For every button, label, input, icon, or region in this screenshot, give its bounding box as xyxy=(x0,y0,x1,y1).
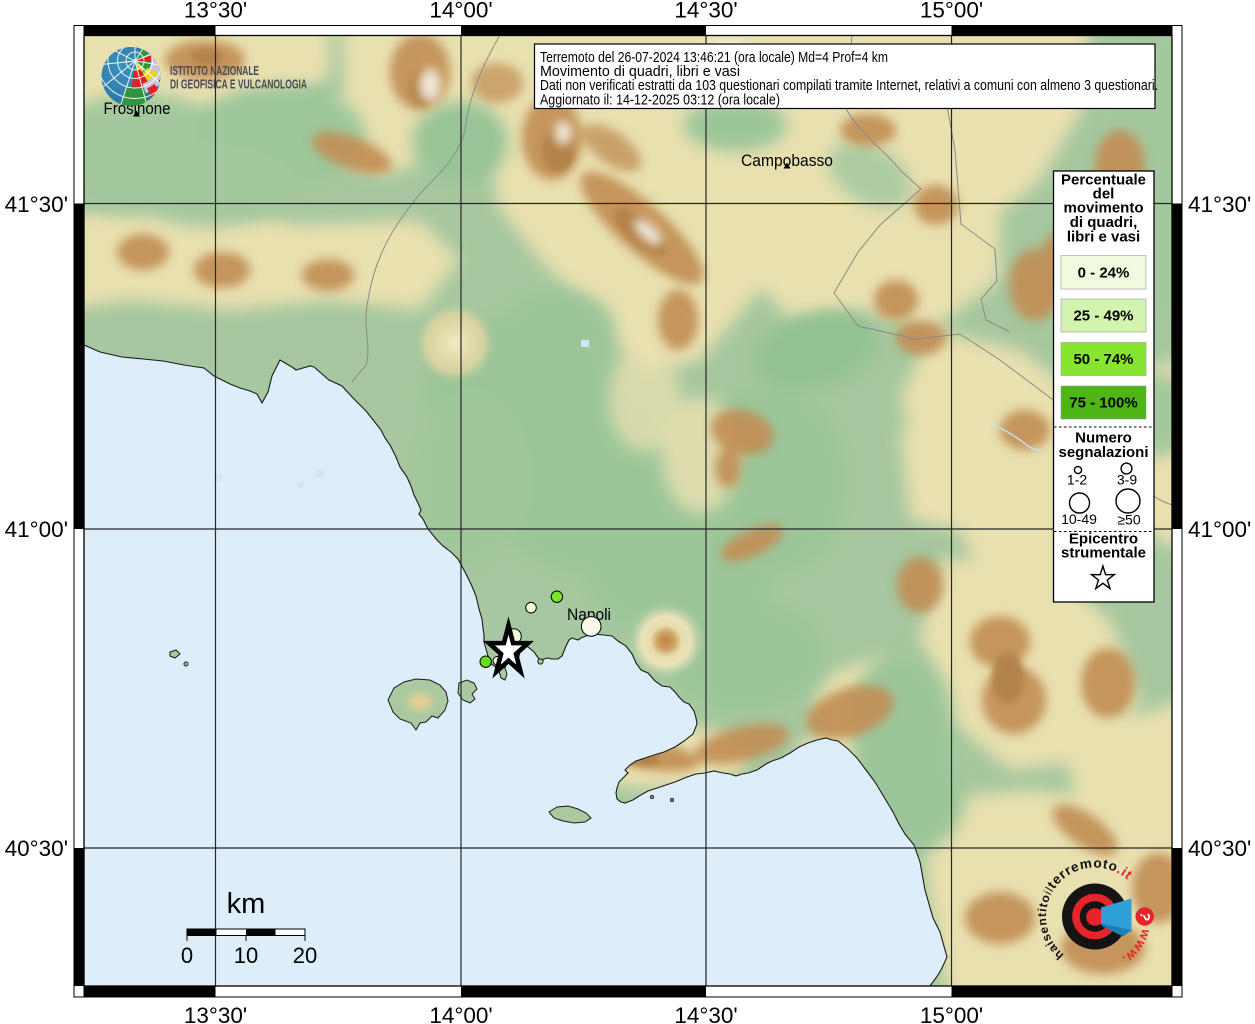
svg-text:40°30': 40°30' xyxy=(1188,836,1251,861)
svg-text:25 - 49%: 25 - 49% xyxy=(1073,308,1133,325)
svg-text:10-49: 10-49 xyxy=(1061,511,1097,527)
svg-text:15°00': 15°00' xyxy=(920,1003,983,1024)
svg-text:14°30': 14°30' xyxy=(674,1003,737,1024)
svg-text:14°30': 14°30' xyxy=(674,0,737,23)
svg-text:41°30': 41°30' xyxy=(1188,192,1251,217)
svg-text:40°30': 40°30' xyxy=(5,836,68,861)
svg-text:14°00': 14°00' xyxy=(429,0,492,23)
svg-text:20: 20 xyxy=(293,943,317,968)
svg-text:41°00': 41°00' xyxy=(1188,517,1251,542)
svg-text:41°30': 41°30' xyxy=(5,192,68,217)
svg-text:13°30': 13°30' xyxy=(184,1003,247,1024)
svg-text:km: km xyxy=(227,888,266,920)
svg-text:75 - 100%: 75 - 100% xyxy=(1069,395,1137,412)
svg-text:3-9: 3-9 xyxy=(1117,472,1137,488)
svg-text:0 - 24%: 0 - 24% xyxy=(1078,265,1130,282)
svg-text:≥50: ≥50 xyxy=(1117,512,1140,528)
svg-text:1-2: 1-2 xyxy=(1067,472,1087,488)
svg-text:DI GEOFISICA E VULCANOLOGIA: DI GEOFISICA E VULCANOLOGIA xyxy=(170,77,307,91)
svg-text:segnalazioni: segnalazioni xyxy=(1058,444,1148,461)
svg-text:libri e vasi: libri e vasi xyxy=(1067,229,1140,246)
svg-text:41°00': 41°00' xyxy=(5,517,68,542)
svg-text:Aggiornato il: 14-12-2025 03:1: Aggiornato il: 14-12-2025 03:12 (ora loc… xyxy=(540,92,780,109)
svg-text:14°00': 14°00' xyxy=(429,1003,492,1024)
svg-text:13°30': 13°30' xyxy=(184,0,247,23)
svg-text:15°00': 15°00' xyxy=(920,0,983,23)
svg-text:50 - 74%: 50 - 74% xyxy=(1073,351,1133,368)
svg-text:ISTITUTO NAZIONALE: ISTITUTO NAZIONALE xyxy=(170,64,259,78)
svg-text:strumentale: strumentale xyxy=(1061,545,1146,562)
svg-text:10: 10 xyxy=(234,943,258,968)
svg-text:0: 0 xyxy=(181,943,193,968)
